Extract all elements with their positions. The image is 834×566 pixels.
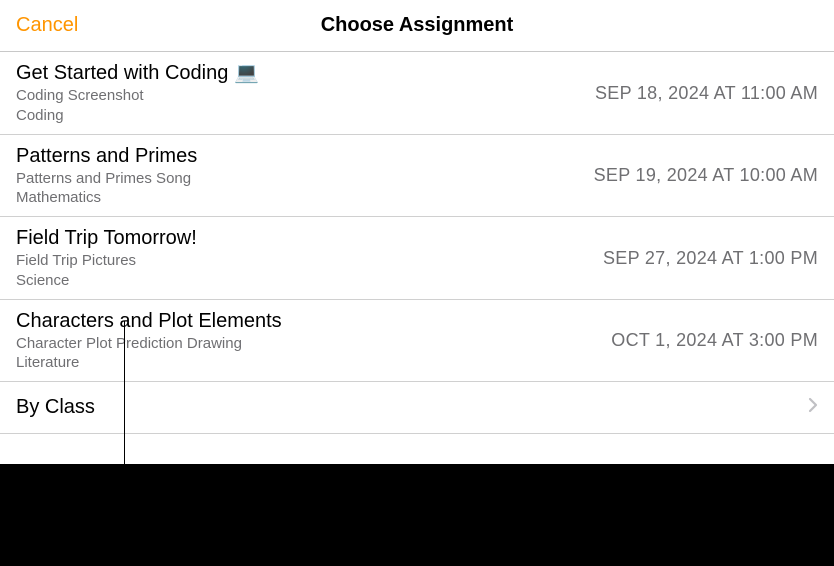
assignment-date: SEP 27, 2024 AT 1:00 PM	[603, 248, 818, 269]
by-class-button[interactable]: By Class	[0, 382, 834, 434]
assignment-date: SEP 18, 2024 AT 11:00 AM	[595, 83, 818, 104]
assignment-subtitle: Character Plot Prediction Drawing	[16, 335, 282, 354]
assignment-title: Patterns and Primes	[16, 144, 197, 169]
assignment-info: Patterns and Primes Patterns and Primes …	[16, 144, 197, 209]
assignment-class: Mathematics	[16, 189, 197, 208]
assignment-list: Get Started with Coding 💻 Coding Screens…	[0, 52, 834, 434]
assignment-row[interactable]: Patterns and Primes Patterns and Primes …	[0, 135, 834, 218]
assignment-title: Characters and Plot Elements	[16, 309, 282, 334]
assignment-info: Get Started with Coding 💻 Coding Screens…	[16, 61, 259, 126]
assignment-title-text: Get Started with Coding	[16, 61, 228, 86]
modal-header: Cancel Choose Assignment	[0, 0, 834, 52]
assignment-class: Literature	[16, 354, 282, 373]
assignment-date: SEP 19, 2024 AT 10:00 AM	[594, 165, 818, 186]
choose-assignment-modal: Cancel Choose Assignment Get Started wit…	[0, 0, 834, 464]
assignment-row[interactable]: Get Started with Coding 💻 Coding Screens…	[0, 52, 834, 135]
assignment-title: Get Started with Coding 💻	[16, 61, 259, 86]
by-class-label: By Class	[16, 396, 95, 419]
callout-line	[124, 321, 125, 491]
laptop-icon: 💻	[234, 61, 259, 86]
assignment-row[interactable]: Field Trip Tomorrow! Field Trip Pictures…	[0, 217, 834, 300]
assignment-class: Coding	[16, 107, 259, 126]
modal-title: Choose Assignment	[321, 14, 514, 37]
assignment-title-text: Patterns and Primes	[16, 144, 197, 169]
assignment-info: Characters and Plot Elements Character P…	[16, 309, 282, 374]
chevron-right-icon	[808, 397, 818, 418]
assignment-info: Field Trip Tomorrow! Field Trip Pictures…	[16, 226, 197, 291]
assignment-subtitle: Coding Screenshot	[16, 87, 259, 106]
assignment-title: Field Trip Tomorrow!	[16, 226, 197, 251]
assignment-row[interactable]: Characters and Plot Elements Character P…	[0, 300, 834, 383]
assignment-class: Science	[16, 272, 197, 291]
assignment-subtitle: Patterns and Primes Song	[16, 170, 197, 189]
assignment-subtitle: Field Trip Pictures	[16, 252, 197, 271]
cancel-button[interactable]: Cancel	[16, 14, 78, 37]
assignment-title-text: Characters and Plot Elements	[16, 309, 282, 334]
assignment-date: OCT 1, 2024 AT 3:00 PM	[611, 330, 818, 351]
assignment-title-text: Field Trip Tomorrow!	[16, 226, 197, 251]
